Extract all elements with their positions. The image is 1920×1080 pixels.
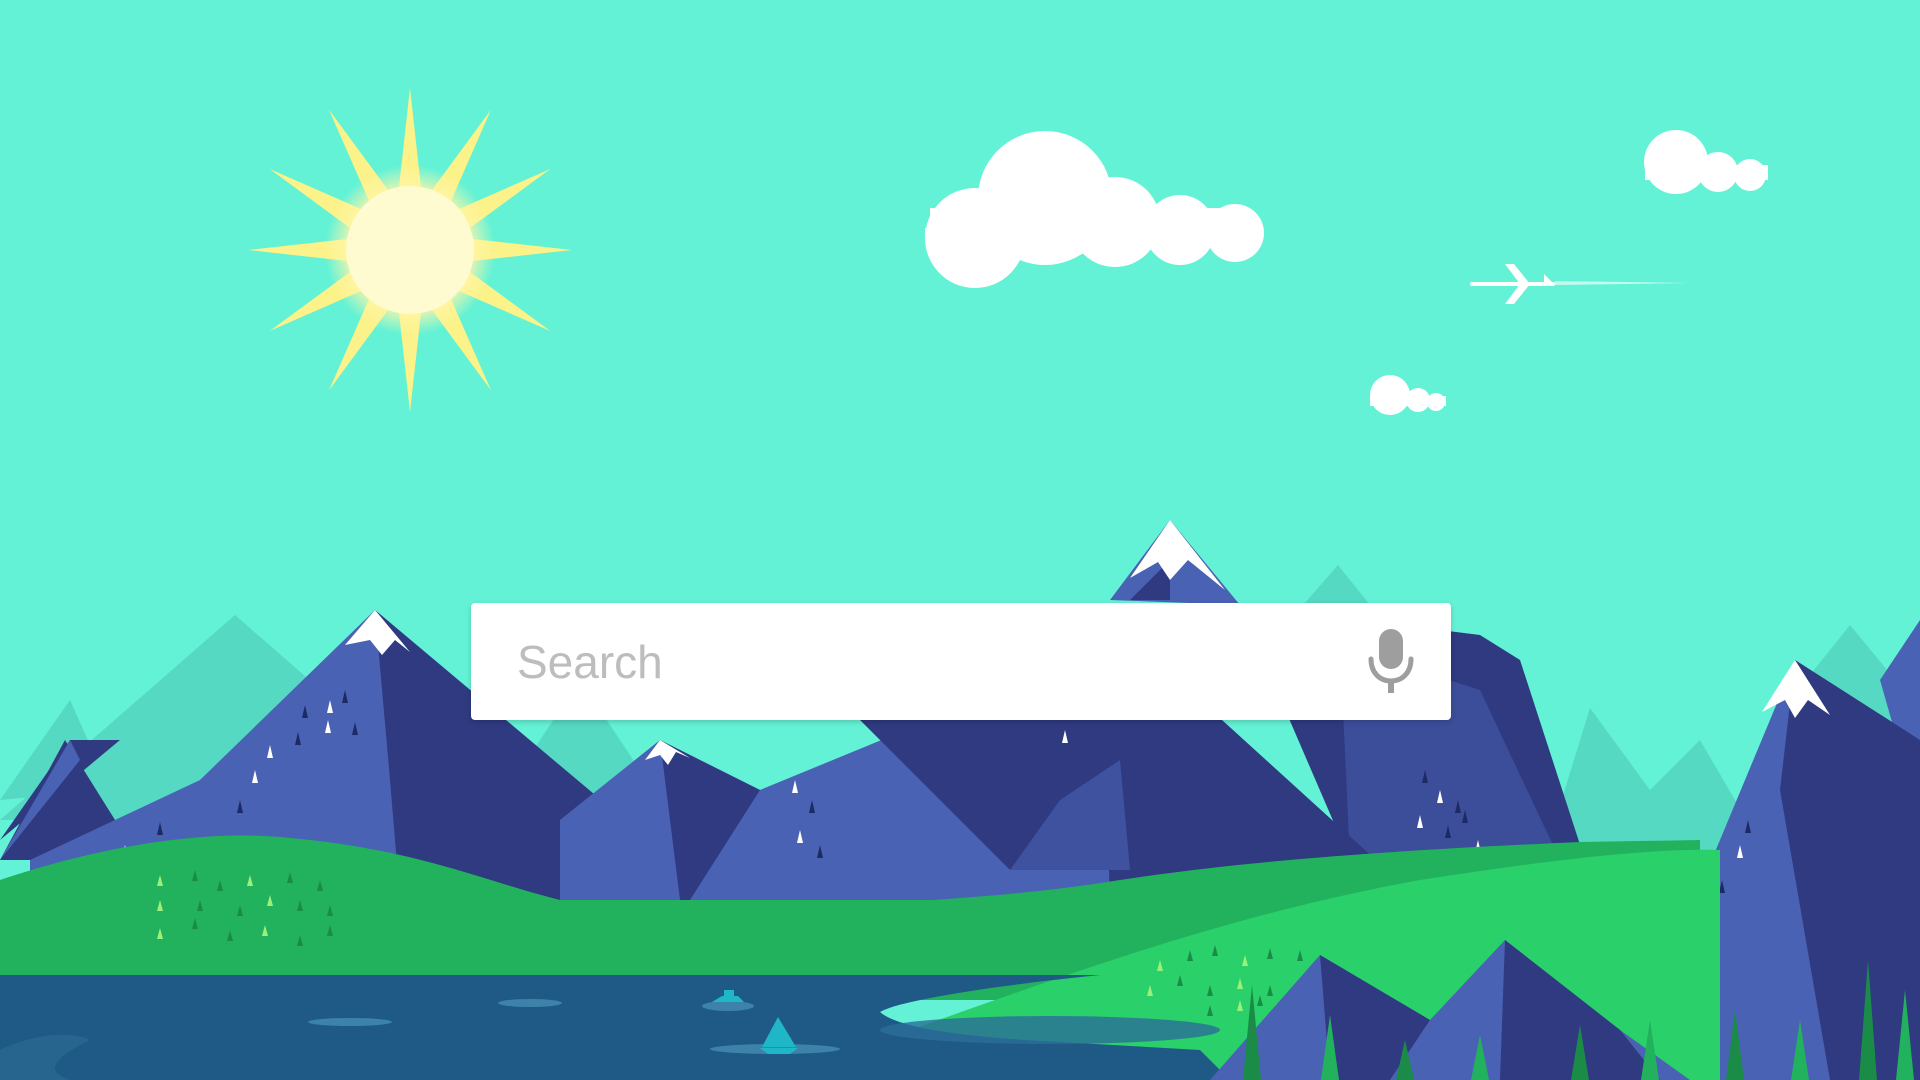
microphone-icon — [1368, 628, 1414, 693]
landscape-wallpaper — [0, 0, 1920, 1080]
sun-core — [346, 186, 474, 314]
search-input[interactable] — [471, 603, 1331, 720]
search-bar[interactable] — [471, 603, 1451, 720]
voice-search-button[interactable] — [1331, 603, 1451, 720]
